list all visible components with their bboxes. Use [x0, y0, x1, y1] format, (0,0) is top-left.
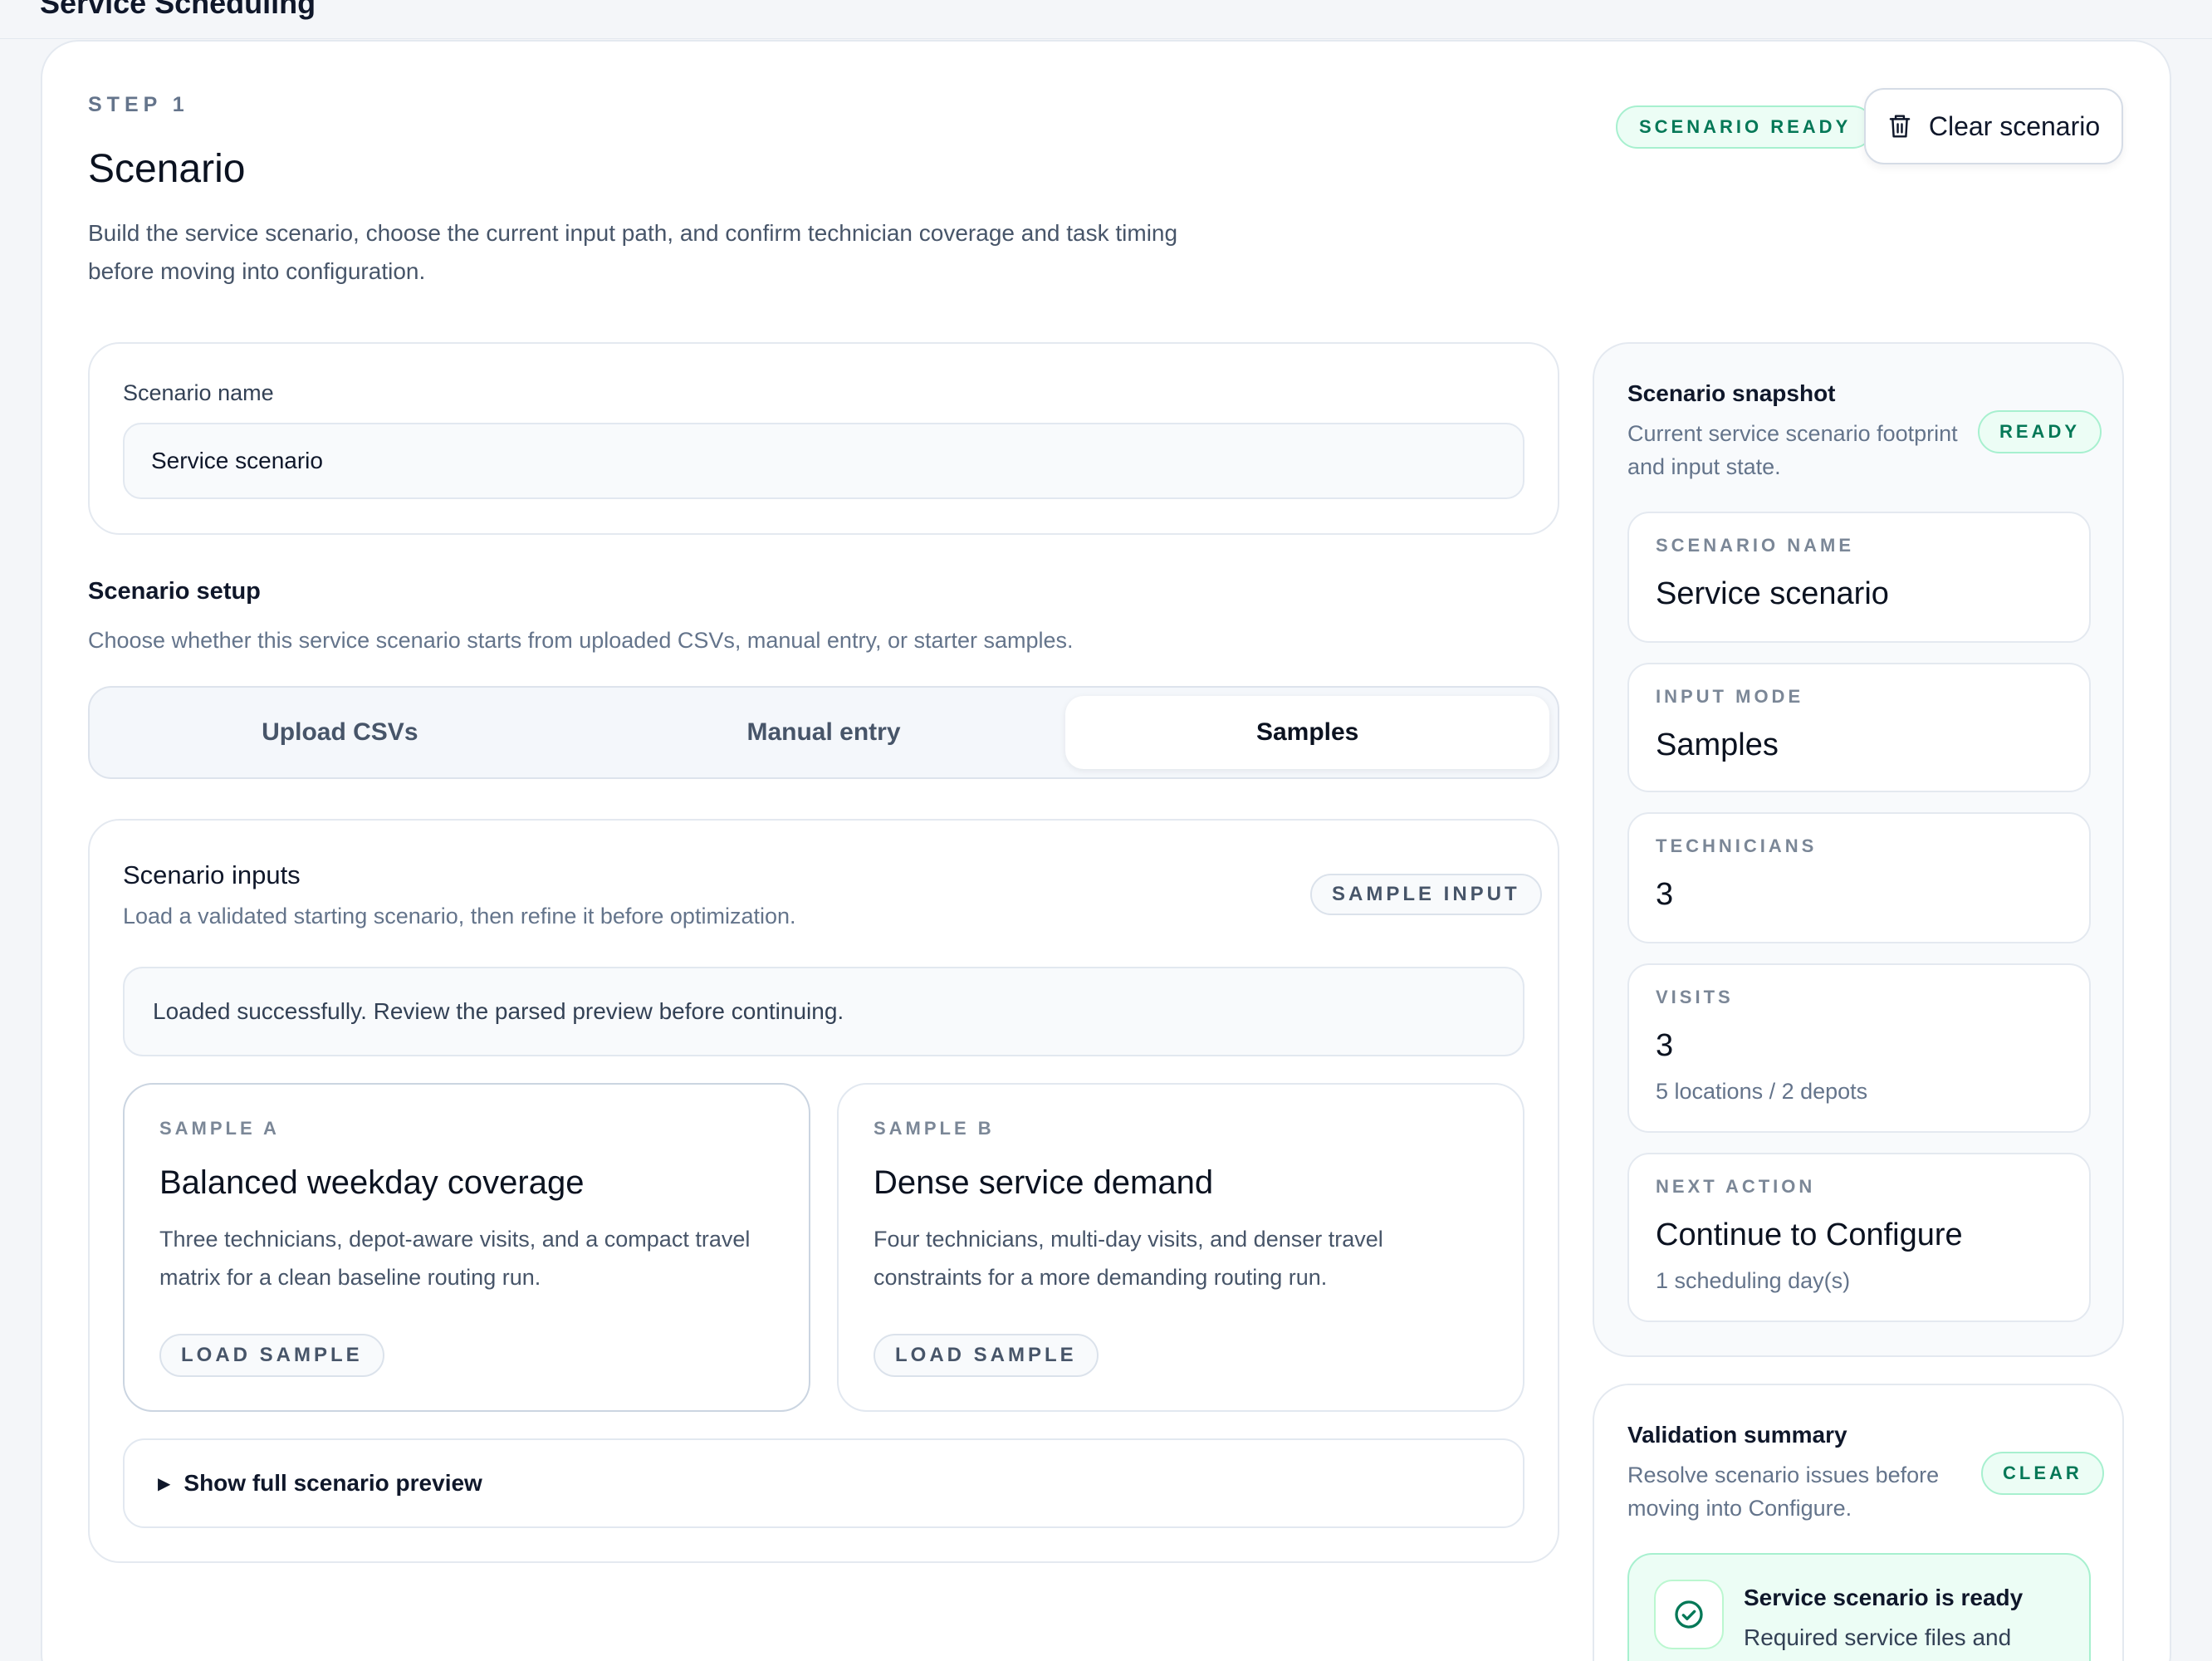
stat-label: TECHNICIANS — [1656, 835, 1818, 856]
tab-samples[interactable]: Samples — [1065, 696, 1550, 769]
scenario-name-label: Scenario name — [123, 380, 274, 405]
load-status-notice: Loaded successfully. Review the parsed p… — [123, 967, 1524, 1056]
stat-value: Continue to Configure — [1656, 1218, 1963, 1252]
stat-value: Samples — [1656, 728, 1779, 762]
show-preview-toggle[interactable]: ▶ Show full scenario preview — [123, 1438, 1524, 1528]
stat-scenario-name: SCENARIO NAME Service scenario — [1627, 512, 2091, 643]
stat-sub: 1 scheduling day(s) — [1656, 1268, 1851, 1293]
scenario-setup-description: Choose whether this service scenario sta… — [88, 628, 1074, 653]
stat-input-mode: INPUT MODE Samples — [1627, 663, 2091, 792]
scenario-snapshot-panel: Scenario snapshot Current service scenar… — [1593, 342, 2124, 1357]
stat-label: VISITS — [1656, 987, 1734, 1007]
snapshot-ready-badge: READY — [1978, 410, 2102, 453]
tab-upload-csvs[interactable]: Upload CSVs — [98, 696, 582, 769]
stat-value: 3 — [1656, 877, 1674, 912]
ready-title: Service scenario is ready — [1744, 1585, 2024, 1610]
tab-manual-entry[interactable]: Manual entry — [582, 696, 1066, 769]
stat-label: NEXT ACTION — [1656, 1176, 1816, 1197]
stat-value: Service scenario — [1656, 576, 1889, 611]
clear-scenario-button[interactable]: Clear scenario — [1864, 88, 2123, 164]
ready-message: Service scenario is ready Required servi… — [1627, 1553, 2091, 1661]
app-title: Service Scheduling — [40, 0, 316, 20]
validation-title: Validation summary — [1627, 1422, 1847, 1448]
load-sample-b-button[interactable]: LOAD SAMPLE — [874, 1334, 1099, 1377]
trash-icon — [1889, 115, 1911, 138]
validation-description: Resolve scenario issues before moving in… — [1627, 1463, 1940, 1521]
sample-tag: SAMPLE B — [874, 1118, 995, 1139]
stat-visits: VISITS 3 5 locations / 2 depots — [1627, 963, 2091, 1133]
stat-sub: 5 locations / 2 depots — [1656, 1079, 1868, 1104]
snapshot-description: Current service scenario footprint and i… — [1627, 421, 1958, 479]
sample-description: Four technicians, multi-day visits, and … — [874, 1227, 1383, 1290]
sample-title: Dense service demand — [874, 1164, 1214, 1201]
check-circle-icon — [1654, 1580, 1724, 1649]
preview-toggle-label: Show full scenario preview — [184, 1470, 482, 1496]
sample-tag: SAMPLE A — [159, 1118, 280, 1139]
ready-description: Required service files and — [1744, 1624, 2012, 1650]
stat-label: SCENARIO NAME — [1656, 535, 1855, 556]
scenario-inputs-title: Scenario inputs — [123, 860, 301, 889]
page-description: Build the service scenario, choose the c… — [88, 220, 1178, 284]
step-label: STEP 1 — [88, 93, 189, 116]
validation-clear-badge: CLEAR — [1981, 1452, 2104, 1495]
sample-description: Three technicians, depot-aware visits, a… — [159, 1227, 751, 1290]
stat-label: INPUT MODE — [1656, 686, 1804, 707]
stat-next-action: NEXT ACTION Continue to Configure 1 sche… — [1627, 1153, 2091, 1322]
scenario-inputs-description: Load a validated starting scenario, then… — [123, 904, 796, 928]
page-title: Scenario — [88, 147, 246, 191]
scenario-name-panel: Scenario name — [88, 342, 1559, 535]
stat-technicians: TECHNICIANS 3 — [1627, 812, 2091, 943]
sample-input-badge: SAMPLE INPUT — [1310, 874, 1542, 915]
stat-value: 3 — [1656, 1028, 1674, 1063]
load-sample-a-button[interactable]: LOAD SAMPLE — [159, 1334, 384, 1377]
clear-scenario-label: Clear scenario — [1928, 110, 2101, 141]
scenario-status-badge: SCENARIO READY — [1616, 105, 1875, 149]
sample-card-b[interactable]: SAMPLE B Dense service demand Four techn… — [837, 1083, 1524, 1412]
top-bar: Service Scheduling — [0, 0, 2212, 39]
sample-card-a[interactable]: SAMPLE A Balanced weekday coverage Three… — [123, 1083, 810, 1412]
scenario-name-input[interactable] — [123, 423, 1524, 499]
snapshot-title: Scenario snapshot — [1627, 380, 1836, 406]
disclosure-triangle-icon: ▶ — [158, 1474, 171, 1493]
sample-title: Balanced weekday coverage — [159, 1164, 585, 1201]
input-mode-tabs: Upload CSVs Manual entry Samples — [88, 686, 1559, 779]
validation-summary-panel: Validation summary Resolve scenario issu… — [1593, 1384, 2124, 1661]
scenario-setup-title: Scenario setup — [88, 578, 261, 605]
